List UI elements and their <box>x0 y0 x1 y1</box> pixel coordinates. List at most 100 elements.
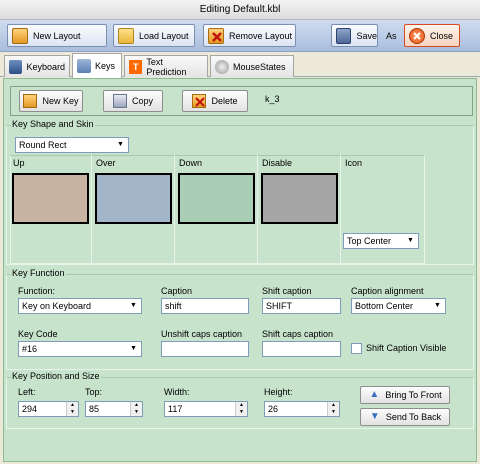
close-label: Close <box>430 30 454 41</box>
caption-alignment-select[interactable]: Bottom Center ▼ <box>351 298 446 314</box>
keycode-select[interactable]: #16 ▼ <box>18 341 142 357</box>
skin-over-swatch[interactable] <box>95 173 172 224</box>
load-layout-label: Load Layout <box>139 30 189 41</box>
tab-keys-label: Keys <box>95 61 116 71</box>
chevron-down-icon: ▼ <box>434 302 441 309</box>
tab-keyboard[interactable]: Keyboard <box>4 55 70 77</box>
tab-mousestates[interactable]: MouseStates <box>210 55 294 77</box>
load-layout-button[interactable]: Load Layout <box>113 24 195 47</box>
icon-position-value: Top Center <box>347 236 392 246</box>
tab-keys[interactable]: Keys <box>72 53 122 78</box>
bring-to-front-button[interactable]: ▲ Bring To Front <box>360 386 450 404</box>
function-select[interactable]: Key on Keyboard ▼ <box>18 298 142 314</box>
spinner-arrows[interactable]: ▲ ▼ <box>66 402 78 416</box>
key-function-group-label: Key Function <box>11 268 66 278</box>
width-spinner[interactable]: 117 ▲ ▼ <box>164 401 248 417</box>
caption-alignment-value: Bottom Center <box>355 301 414 311</box>
left-spinner[interactable]: 294 ▲ ▼ <box>18 401 79 417</box>
up-arrow-icon[interactable]: ▲ <box>236 402 247 409</box>
width-label: Width: <box>164 387 190 397</box>
down-arrow-icon[interactable]: ▼ <box>67 409 78 416</box>
tab-text-prediction[interactable]: T Text Prediction <box>124 55 208 77</box>
window-title: Editing Default.kbl <box>199 4 281 15</box>
key-action-bar: New Key Copy Delete k_3 <box>10 86 473 116</box>
unshift-caps-caption-input[interactable] <box>161 341 249 357</box>
new-layout-button[interactable]: New Layout <box>7 24 107 47</box>
width-value: 117 <box>168 404 183 414</box>
down-arrow-icon[interactable]: ▼ <box>328 409 339 416</box>
chevron-down-icon: ▼ <box>130 345 137 352</box>
tab-mousestates-label: MouseStates <box>233 61 286 72</box>
remove-layout-icon <box>208 27 224 44</box>
skin-divider <box>257 155 258 264</box>
arrow-down-icon: ▼ <box>369 411 380 422</box>
delete-button[interactable]: Delete <box>182 90 248 112</box>
main-toolbar: New Layout Load Layout Remove Layout Sav… <box>0 20 480 52</box>
window-title-bar: Editing Default.kbl <box>0 0 480 20</box>
keys-icon <box>77 59 91 73</box>
spinner-arrows[interactable]: ▲ ▼ <box>235 402 247 416</box>
skin-over-label: Over <box>96 158 116 168</box>
skin-divider <box>340 155 341 264</box>
function-select-value: Key on Keyboard <box>22 301 92 311</box>
spinner-arrows[interactable]: ▲ ▼ <box>130 402 142 416</box>
keycode-value: #16 <box>22 344 38 354</box>
up-arrow-icon[interactable]: ▲ <box>67 402 78 409</box>
caption-alignment-label: Caption alignment <box>351 286 424 296</box>
bring-to-front-label: Bring To Front <box>385 390 442 400</box>
folder-open-icon <box>118 27 134 44</box>
tab-strip: Keyboard Keys T Text Prediction MouseSta… <box>0 52 480 78</box>
shift-caption-visible-label: Shift Caption Visible <box>366 343 447 353</box>
shape-select-value: Round Rect <box>19 140 67 150</box>
skin-divider <box>91 155 92 264</box>
remove-layout-label: Remove Layout <box>229 30 293 41</box>
skin-up-label: Up <box>13 158 25 168</box>
caption-input[interactable]: shift <box>161 298 249 314</box>
skin-divider <box>174 155 175 264</box>
top-spinner[interactable]: 85 ▲ ▼ <box>85 401 143 417</box>
unshift-caps-caption-label: Unshift caps caption <box>161 329 243 339</box>
caption-label: Caption <box>161 286 193 296</box>
skin-down-swatch[interactable] <box>178 173 255 224</box>
new-key-button[interactable]: New Key <box>19 90 83 112</box>
key-shape-group-label: Key Shape and Skin <box>11 119 95 129</box>
arrow-up-icon: ▲ <box>369 389 380 400</box>
copy-button[interactable]: Copy <box>103 90 163 112</box>
skin-up-swatch[interactable] <box>12 173 89 224</box>
icon-position-select[interactable]: Top Center ▼ <box>343 233 419 249</box>
left-value: 294 <box>22 404 38 414</box>
chevron-down-icon: ▼ <box>130 302 137 309</box>
keycode-label: Key Code <box>18 329 58 339</box>
chevron-down-icon: ▼ <box>117 141 124 148</box>
chevron-down-icon: ▼ <box>407 237 414 244</box>
shift-caption-visible-checkbox[interactable] <box>351 343 362 354</box>
down-arrow-icon[interactable]: ▼ <box>131 409 142 416</box>
skin-down-label: Down <box>179 158 203 168</box>
height-spinner[interactable]: 26 ▲ ▼ <box>264 401 340 417</box>
function-label: Function: <box>18 286 56 296</box>
shift-caption-label: Shift caption <box>262 286 312 296</box>
remove-layout-button[interactable]: Remove Layout <box>203 24 296 47</box>
send-to-back-button[interactable]: ▼ Send To Back <box>360 408 450 426</box>
save-button[interactable]: Save <box>331 24 378 47</box>
up-arrow-icon[interactable]: ▲ <box>328 402 339 409</box>
shape-select[interactable]: Round Rect ▼ <box>15 137 129 153</box>
close-icon <box>409 27 425 44</box>
down-arrow-icon[interactable]: ▼ <box>236 409 247 416</box>
new-layout-icon <box>12 27 28 44</box>
text-prediction-icon: T <box>129 59 143 74</box>
save-as-button[interactable]: As <box>386 31 397 41</box>
delete-label: Delete <box>211 96 238 106</box>
send-to-back-label: Send To Back <box>385 412 442 422</box>
shift-caption-input[interactable]: SHIFT <box>262 298 341 314</box>
up-arrow-icon[interactable]: ▲ <box>131 402 142 409</box>
copy-label: Copy <box>131 96 153 106</box>
new-key-icon <box>23 94 38 108</box>
mouse-icon <box>215 59 229 74</box>
spinner-arrows[interactable]: ▲ ▼ <box>327 402 339 416</box>
skin-disable-swatch[interactable] <box>261 173 338 224</box>
shift-caps-caption-input[interactable] <box>262 341 341 357</box>
keyboard-icon <box>9 59 23 74</box>
close-button[interactable]: Close <box>404 24 460 47</box>
copy-icon <box>112 94 127 108</box>
